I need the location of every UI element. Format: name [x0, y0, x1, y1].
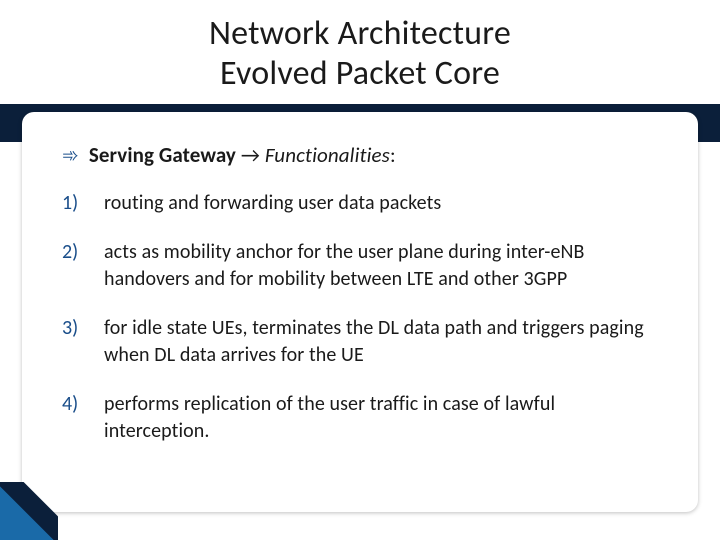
inline-arrow-icon: →	[241, 142, 260, 168]
item-text: acts as mobility anchor for the user pla…	[104, 239, 658, 293]
list-item: 3) for idle state UEs, terminates the DL…	[62, 315, 658, 369]
item-text: performs replication of the user traffic…	[104, 391, 658, 445]
list-item: 2) acts as mobility anchor for the user …	[62, 239, 658, 293]
list-item: 4) performs replication of the user traf…	[62, 391, 658, 445]
subtitle-colon: :	[390, 142, 396, 168]
list-item: 1) routing and forwarding user data pack…	[62, 190, 658, 217]
item-text: for idle state UEs, terminates the DL da…	[104, 315, 658, 369]
item-number: 3)	[62, 315, 86, 341]
subtitle-bold: Serving Gateway	[89, 142, 236, 168]
title-line-1: Network Architecture	[209, 13, 511, 54]
corner-accent-icon	[0, 482, 58, 540]
bullet-arrow-icon: ➾	[62, 143, 79, 168]
subtitle: ➾ Serving Gateway → Functionalities:	[62, 142, 658, 168]
item-number: 4)	[62, 391, 86, 417]
item-text: routing and forwarding user data packets	[104, 190, 441, 217]
item-number: 2)	[62, 239, 86, 265]
numbered-list: 1) routing and forwarding user data pack…	[62, 190, 658, 445]
slide: Network Architecture Evolved Packet Core…	[0, 0, 720, 540]
slide-title: Network Architecture Evolved Packet Core	[0, 14, 720, 94]
subtitle-italic: Functionalities	[265, 142, 390, 168]
item-number: 1)	[62, 190, 86, 216]
subtitle-text: Serving Gateway → Functionalities:	[89, 142, 396, 168]
title-line-2: Evolved Packet Core	[220, 53, 500, 94]
content-panel: ➾ Serving Gateway → Functionalities: 1) …	[22, 112, 698, 512]
